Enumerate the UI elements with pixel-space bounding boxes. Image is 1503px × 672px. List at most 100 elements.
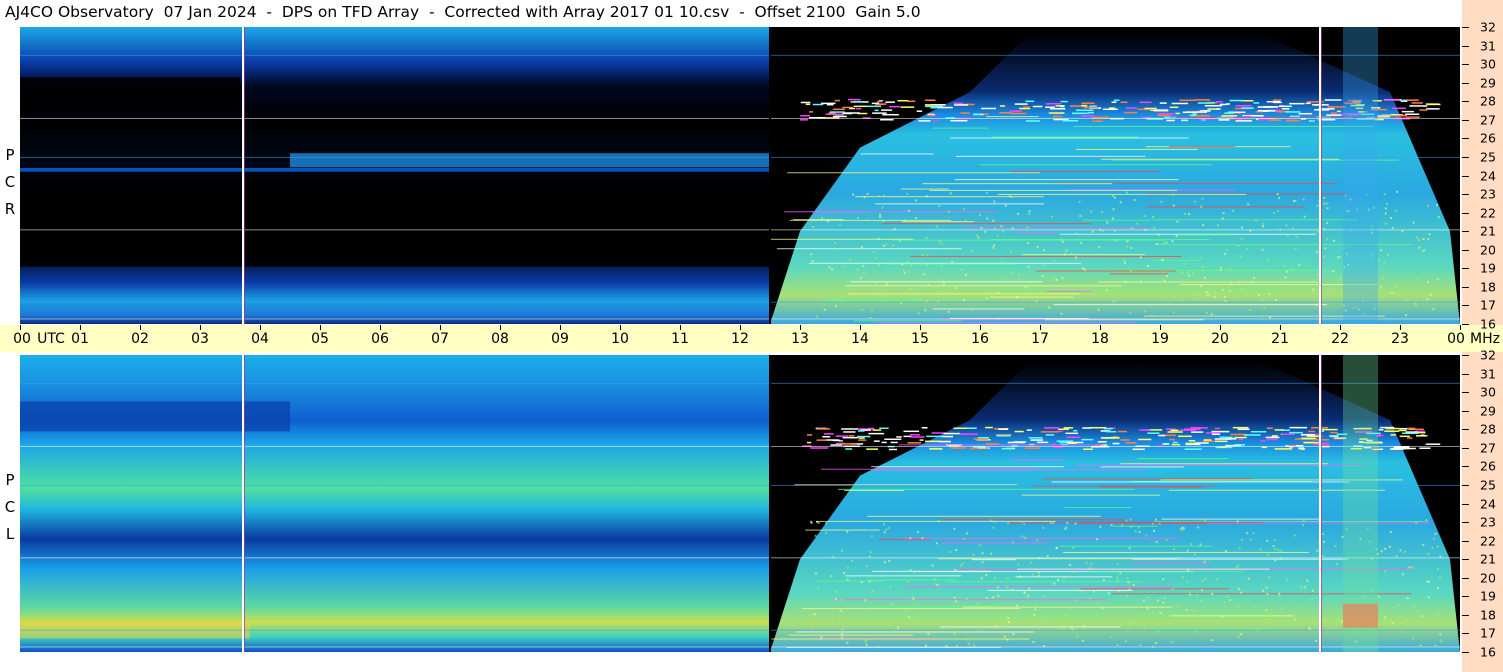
utc-tick-label: 00: [13, 331, 31, 347]
mhz-tick-mark: [1462, 559, 1469, 561]
mhz-tick-label: 28: [1480, 421, 1496, 437]
mhz-tick-mark: [1462, 503, 1469, 505]
mhz-tick-mark: [1462, 429, 1469, 431]
utc-tick-label: 18: [1091, 331, 1109, 347]
utc-time-axis: 00 01 02 03 04 05 06 07 08 09 10 11 12 13 14 15 16 17 18 19…: [0, 325, 1503, 352]
mhz-tick-mark: [1462, 484, 1469, 486]
utc-tick-label: 22: [1331, 331, 1349, 347]
utc-tick-mark: [260, 325, 261, 330]
utc-tick-mark: [800, 325, 801, 330]
utc-tick-mark: [980, 325, 981, 330]
mhz-tick-mark: [1462, 194, 1469, 196]
utc-tick-label: 05: [311, 331, 329, 347]
mhz-tick-label: 23: [1480, 186, 1496, 202]
utc-tick-mark: [380, 325, 381, 330]
utc-tick-mark: [1040, 325, 1041, 330]
mhz-tick-mark: [1462, 45, 1469, 47]
utc-tick-mark: [860, 325, 861, 330]
mhz-tick-label: 31: [1480, 366, 1496, 382]
mhz-tick-label: 22: [1480, 205, 1496, 221]
mhz-tick-mark: [1462, 156, 1469, 158]
utc-tick-mark: [80, 325, 81, 330]
utc-tick-label: 11: [671, 331, 689, 347]
utc-tick-label: 17: [1031, 331, 1049, 347]
utc-tick-label: 08: [491, 331, 509, 347]
mhz-tick-mark: [1462, 596, 1469, 598]
utc-tick-mark: [1100, 325, 1101, 330]
utc-tick-label: 02: [131, 331, 149, 347]
mhz-tick-label: 31: [1480, 38, 1496, 54]
utc-tick-label: 15: [911, 331, 929, 347]
mhz-tick-label: 30: [1480, 384, 1496, 400]
utc-tick-label: 13: [791, 331, 809, 347]
mhz-tick-label: 20: [1480, 570, 1496, 586]
mhz-tick-mark: [1462, 138, 1469, 140]
utc-tick-mark: [740, 325, 741, 330]
mhz-tick-label: 22: [1480, 533, 1496, 549]
utc-tick-mark: [20, 325, 21, 330]
mhz-tick-mark: [1462, 652, 1469, 653]
mhz-tick-mark: [1462, 355, 1469, 356]
utc-tick-label: 04: [251, 331, 269, 347]
utc-tick-mark: [680, 325, 681, 330]
mhz-tick-label: 32: [1480, 347, 1496, 363]
mhz-tick-label: 21: [1480, 223, 1496, 239]
lcp-letter-l: P: [5, 471, 15, 489]
mhz-tick-mark: [1462, 392, 1469, 394]
utc-tick-mark: [500, 325, 501, 330]
mhz-tick-label: 24: [1480, 168, 1496, 183]
mhz-tick-mark: [1462, 64, 1469, 66]
mhz-tick-label: 18: [1480, 279, 1496, 295]
mhz-tick-mark: [1462, 410, 1469, 412]
mhz-tick-mark: [1462, 305, 1469, 307]
utc-tick-label: 01: [71, 331, 89, 347]
mhz-tick-mark: [1462, 447, 1469, 449]
rcp-letter-c: C: [4, 173, 16, 191]
mhz-tick-mark: [1462, 633, 1469, 635]
mhz-tick-label: 16: [1480, 316, 1496, 332]
mhz-tick-mark: [1462, 27, 1469, 28]
mhz-tick-label: 28: [1480, 93, 1496, 109]
utc-tick-mark: [1460, 325, 1461, 330]
rcp-spectrogram: [20, 27, 1460, 324]
mhz-tick-mark: [1462, 614, 1469, 616]
utc-tick-mark: [200, 325, 201, 330]
utc-axis-label: UTC: [37, 331, 65, 347]
mhz-tick-mark: [1462, 268, 1469, 270]
utc-tick-mark: [1220, 325, 1221, 330]
mhz-tick-label: 25: [1480, 149, 1496, 165]
mhz-tick-mark: [1462, 540, 1469, 542]
mhz-tick-label: 30: [1480, 56, 1496, 72]
utc-tick-mark: [320, 325, 321, 330]
lcp-spectrogram: [20, 355, 1460, 652]
lcp-letter-p: L: [5, 525, 15, 543]
mhz-tick-label: 29: [1480, 403, 1496, 419]
mhz-tick-label: 26: [1480, 130, 1496, 146]
mhz-tick-label: 32: [1480, 19, 1496, 35]
utc-tick-label: 09: [551, 331, 569, 347]
rcp-letter-r: P: [5, 146, 15, 164]
utc-tick-mark: [140, 325, 141, 330]
utc-tick-mark: [440, 325, 441, 330]
utc-tick-mark: [620, 325, 621, 330]
utc-tick-label: 21: [1271, 331, 1289, 347]
mhz-tick-label: 23: [1480, 514, 1496, 530]
utc-tick-label: 03: [191, 331, 209, 347]
mhz-tick-label: 19: [1480, 588, 1496, 604]
mhz-tick-mark: [1462, 466, 1469, 468]
mhz-tick-mark: [1462, 577, 1469, 579]
mhz-tick-label: 27: [1480, 112, 1496, 128]
utc-tick-mark: [1400, 325, 1401, 330]
mhz-tick-label: 19: [1480, 260, 1496, 276]
utc-tick-mark: [1280, 325, 1281, 330]
utc-tick-mark: [1160, 325, 1161, 330]
mhz-tick-label: 27: [1480, 440, 1496, 456]
mhz-tick-mark: [1462, 286, 1469, 288]
mhz-tick-mark: [1462, 101, 1469, 103]
utc-tick-mark: [920, 325, 921, 330]
utc-tick-label: 07: [431, 331, 449, 347]
utc-tick-mark: [1340, 325, 1341, 330]
rcp-letter-p: R: [4, 200, 16, 218]
utc-tick-label: 10: [611, 331, 629, 347]
mhz-tick-label: 17: [1480, 297, 1496, 313]
